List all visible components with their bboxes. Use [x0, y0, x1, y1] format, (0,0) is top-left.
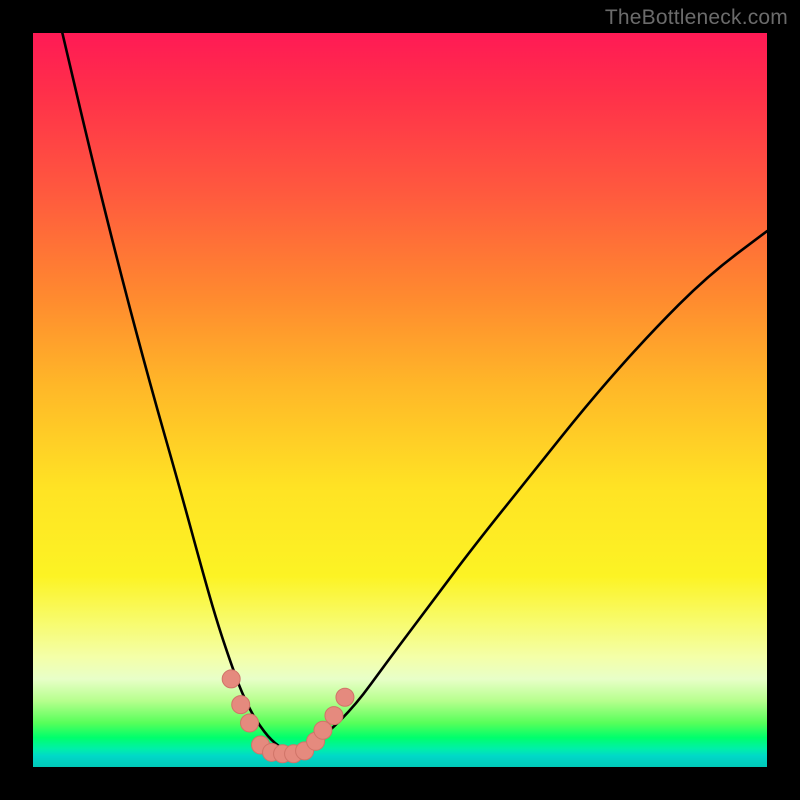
marker-point-0	[222, 670, 240, 688]
marker-point-11	[336, 688, 354, 706]
curve-left-branch	[62, 33, 290, 752]
curve-right-branch	[290, 231, 767, 752]
marker-point-2	[241, 714, 259, 732]
curve-group	[62, 33, 767, 752]
chart-frame: TheBottleneck.com	[0, 0, 800, 800]
marker-point-9	[314, 721, 332, 739]
marker-group	[222, 670, 354, 763]
plot-area	[33, 33, 767, 767]
marker-point-10	[325, 707, 343, 725]
watermark-text: TheBottleneck.com	[605, 6, 788, 30]
marker-point-1	[232, 696, 250, 714]
curve-svg	[33, 33, 767, 767]
